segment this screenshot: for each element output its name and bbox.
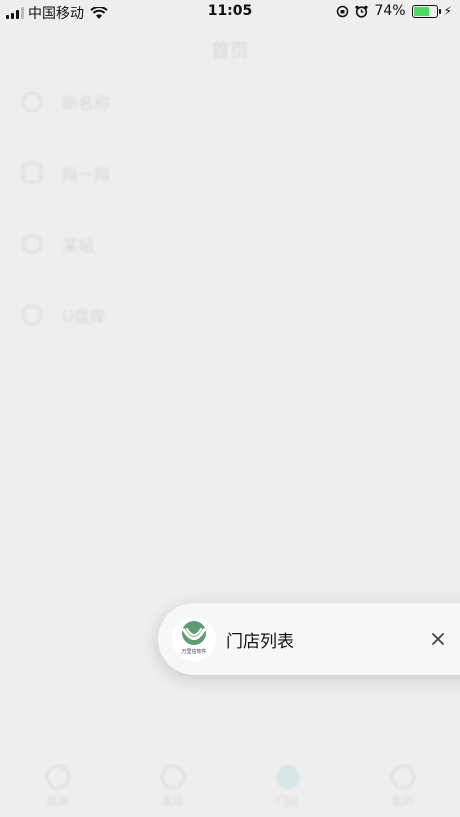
user-icon bbox=[390, 765, 415, 789]
menu-item-label: U盘库 bbox=[62, 307, 106, 326]
card-title: 门店列表 bbox=[226, 632, 294, 652]
chat-icon bbox=[22, 163, 42, 183]
store-icon bbox=[275, 765, 300, 789]
floating-window-card[interactable]: 万里信软件 门店列表 bbox=[158, 603, 460, 675]
page-title: 首页 bbox=[210, 40, 249, 62]
menu-item-label: 某站 bbox=[62, 236, 95, 255]
menu-item-label: 新名称 bbox=[62, 94, 111, 113]
charging-bolt-icon: ⚡ bbox=[443, 4, 452, 18]
orientation-lock-icon bbox=[337, 5, 349, 17]
tab-label: 门店 bbox=[276, 795, 299, 808]
close-icon bbox=[432, 633, 444, 645]
menu-item-4[interactable]: U盘库 bbox=[22, 303, 106, 327]
location-icon bbox=[22, 234, 42, 254]
close-button[interactable] bbox=[426, 627, 450, 651]
tab-profile[interactable]: 我的 bbox=[373, 765, 433, 809]
background-page: 首页 新名称 拟一拟 某站 U盘库 首页 发现 门店 我的 bbox=[0, 24, 460, 817]
battery-percent: 74% bbox=[374, 3, 406, 19]
refresh-icon bbox=[22, 305, 42, 325]
menu-item-1[interactable]: 新名称 bbox=[22, 90, 110, 114]
logo-caption: 万里信软件 bbox=[181, 649, 207, 655]
tab-label: 我的 bbox=[391, 795, 414, 808]
tab-label: 发现 bbox=[161, 795, 184, 808]
discover-icon bbox=[160, 765, 185, 789]
status-bar: 中国移动 11:05 74% ⚡ bbox=[0, 0, 460, 24]
circle-icon bbox=[22, 92, 42, 112]
tab-label: 首页 bbox=[46, 795, 69, 808]
menu-item-label: 拟一拟 bbox=[62, 165, 111, 184]
tab-discover[interactable]: 发现 bbox=[143, 765, 203, 809]
menu-item-2[interactable]: 拟一拟 bbox=[22, 161, 110, 185]
home-icon bbox=[45, 765, 70, 789]
tab-home[interactable]: 首页 bbox=[28, 765, 88, 809]
tab-store[interactable]: 门店 bbox=[258, 765, 318, 809]
battery-icon bbox=[411, 4, 441, 18]
app-logo: 万里信软件 bbox=[172, 617, 216, 661]
menu-item-3[interactable]: 某站 bbox=[22, 232, 94, 256]
alarm-icon bbox=[355, 5, 369, 18]
tab-bar: 首页 发现 门店 我的 bbox=[0, 757, 460, 817]
